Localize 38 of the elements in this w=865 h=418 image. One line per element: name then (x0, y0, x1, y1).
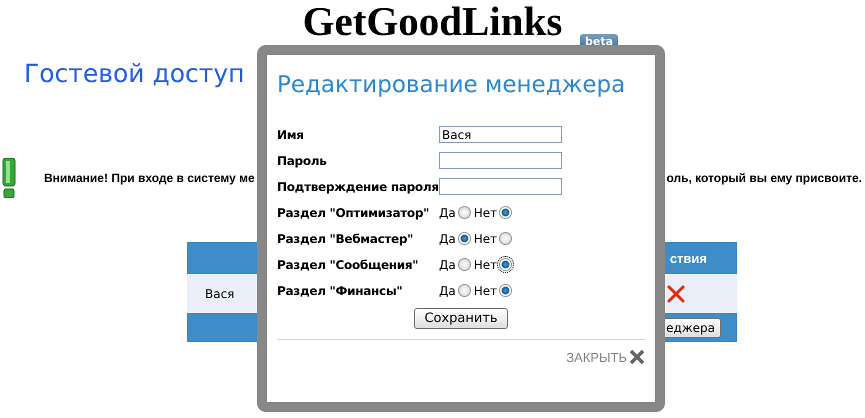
radio-button[interactable] (499, 206, 512, 219)
field-label: Раздел "Сообщения" (277, 258, 420, 272)
dialog-title: Редактирование менеджера (277, 71, 626, 100)
warning-text: Внимание! При входе в систему ме (44, 171, 255, 185)
table-cell: Вася (205, 286, 234, 300)
radio-button[interactable] (499, 284, 512, 297)
radio-button[interactable] (499, 232, 512, 245)
field-label: Пароль (277, 154, 328, 168)
save-button[interactable]: Сохранить (414, 308, 508, 329)
exclamation-icon (0, 158, 18, 198)
option-label: Да (439, 232, 456, 246)
logo[interactable]: GetGoodLinks (302, 0, 562, 42)
input-field[interactable] (439, 178, 562, 195)
field-label: Имя (277, 128, 305, 142)
option-label: Нет (474, 232, 498, 246)
radio-button[interactable] (458, 284, 471, 297)
close-link[interactable]: ЗАКРЫТЬ (566, 350, 627, 364)
field-label: Раздел "Оптимизатор" (277, 206, 430, 220)
delete-icon[interactable] (667, 284, 685, 302)
option-label: Нет (474, 206, 498, 220)
field-label: Раздел "Финансы" (277, 284, 404, 298)
radio-button[interactable] (458, 206, 471, 219)
radio-button[interactable] (458, 258, 471, 271)
option-label: Да (439, 258, 456, 272)
option-label: Нет (474, 258, 498, 272)
close-icon[interactable] (629, 349, 645, 365)
warning-text: оль, который вы ему присвоите. (666, 171, 862, 185)
column-header: ствия (670, 250, 707, 266)
page-title: Гостевой доступ (24, 58, 244, 90)
input-field[interactable]: Вася (439, 126, 562, 143)
option-label: Нет (474, 284, 498, 298)
option-label: Да (439, 206, 456, 220)
field-label: Раздел "Вебмастер" (277, 232, 414, 246)
option-label: Да (439, 284, 456, 298)
field-label: Подтверждение пароля (277, 180, 439, 194)
input-field[interactable] (439, 152, 562, 169)
radio-button[interactable] (499, 258, 512, 271)
radio-button[interactable] (458, 232, 471, 245)
